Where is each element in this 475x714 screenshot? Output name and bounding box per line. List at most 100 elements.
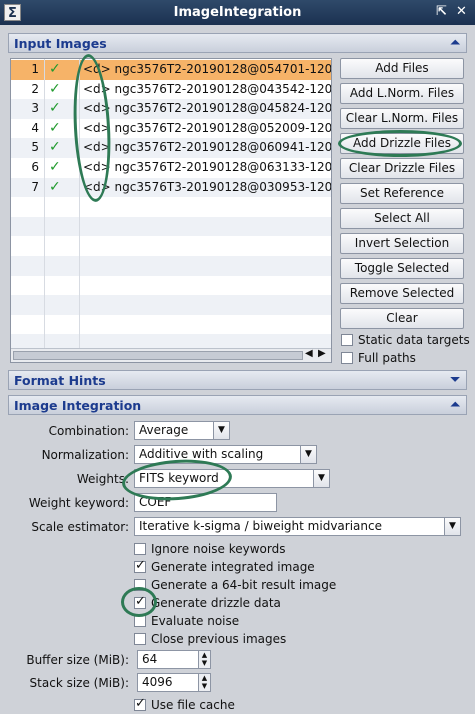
scale-estimator-select[interactable]: Iterative k-sigma / biweight midvariance… <box>134 517 461 536</box>
column-divider <box>44 59 45 348</box>
row-index: 4 <box>31 120 39 135</box>
generate-64bit-result-checkbox[interactable]: Generate a 64-bit result image <box>134 577 336 592</box>
list-item[interactable]: 4 ✓ <d> ngc3576T2-20190128@052009-120...… <box>11 119 331 139</box>
checkbox-label: Close previous images <box>151 631 287 646</box>
list-item[interactable]: 2 ✓ <d> ngc3576T2-20190128@043542-120...… <box>11 80 331 100</box>
row-index: 2 <box>31 81 39 96</box>
enabled-check-icon[interactable]: ✓ <box>49 139 61 155</box>
collapse-icon[interactable]: ⏶ <box>450 397 460 412</box>
scroll-left-icon[interactable]: ◀ <box>305 348 313 359</box>
enabled-check-icon[interactable]: ✓ <box>49 159 61 175</box>
use-file-cache-checkbox[interactable]: Use file cache <box>134 696 235 712</box>
remove-selected-button[interactable]: Remove Selected <box>340 283 464 304</box>
row-index: 7 <box>31 179 39 194</box>
weight-keyword-label: Weight keyword: <box>28 496 129 510</box>
ignore-noise-keywords-checkbox[interactable]: Ignore noise keywords <box>134 541 285 556</box>
checkbox-label: Static data targets <box>358 332 470 347</box>
spin-arrows-icon[interactable]: ▲ ▼ <box>198 651 210 668</box>
set-reference-button[interactable]: Set Reference <box>340 183 464 204</box>
toggle-selected-button[interactable]: Toggle Selected <box>340 258 464 279</box>
weight-keyword-input[interactable]: COEF <box>134 493 277 512</box>
file-name: <d> ngc3576T2-20190128@045824-120...H- <box>83 101 332 116</box>
checkbox-label: Ignore noise keywords <box>151 541 286 556</box>
format-hints-header[interactable]: Format Hints ⏷ <box>8 370 467 390</box>
buffer-size-spinbox[interactable]: 64 ▲ ▼ <box>137 650 211 669</box>
collapse-icon[interactable]: ⏶ <box>450 35 460 50</box>
input-images-list[interactable]: 1 ✓ <d> ngc3576T2-20190128@054701-120...… <box>10 58 332 363</box>
file-name: <d> ngc3576T2-20190128@060941-120...H- <box>83 140 332 155</box>
checkbox-box[interactable] <box>134 542 146 555</box>
file-name: <d> ngc3576T2-20190128@063133-120...H- <box>83 160 332 174</box>
generate-drizzle-data-checkbox[interactable]: Generate drizzle data <box>134 594 281 610</box>
weights-value: FITS keyword <box>139 471 219 485</box>
chevron-down-icon[interactable]: ▼ <box>300 446 316 463</box>
checkbox-box[interactable] <box>134 578 146 591</box>
checkbox-box[interactable] <box>341 333 353 346</box>
static-data-targets-checkbox[interactable]: Static data targets <box>341 332 470 347</box>
input-images-header[interactable]: Input Images ⏶ <box>8 33 467 53</box>
expand-icon[interactable]: ⏷ <box>450 372 460 387</box>
float-window-icon[interactable]: ⇱ <box>436 4 447 19</box>
weights-select[interactable]: FITS keyword ▼ <box>134 469 330 488</box>
list-item[interactable]: 1 ✓ <d> ngc3576T2-20190128@054701-120...… <box>11 60 331 80</box>
checkbox-box[interactable] <box>134 558 146 573</box>
checkbox-label: Generate drizzle data <box>151 595 281 610</box>
empty-row <box>11 216 331 237</box>
row-index: 6 <box>31 160 39 174</box>
column-divider <box>79 59 80 348</box>
list-item[interactable]: 5 ✓ <d> ngc3576T2-20190128@060941-120...… <box>11 138 331 158</box>
enabled-check-icon[interactable]: ✓ <box>49 100 61 116</box>
chevron-down-icon[interactable]: ▼ <box>444 518 460 535</box>
normalization-label: Normalization: <box>41 448 129 462</box>
list-item[interactable]: 3 ✓ <d> ngc3576T2-20190128@045824-120...… <box>11 99 331 119</box>
enabled-check-icon[interactable]: ✓ <box>49 81 61 97</box>
close-window-icon[interactable]: ✕ <box>456 4 467 19</box>
normalization-select[interactable]: Additive with scaling ▼ <box>134 445 317 464</box>
invert-selection-button[interactable]: Invert Selection <box>340 233 464 254</box>
add-files-button[interactable]: Add Files <box>340 58 464 79</box>
chevron-down-icon[interactable]: ▼ <box>313 470 329 487</box>
checkbox-box[interactable] <box>134 696 146 711</box>
spin-arrows-icon[interactable]: ▲ ▼ <box>198 674 210 691</box>
stack-size-spinbox[interactable]: 4096 ▲ ▼ <box>137 673 211 692</box>
combination-select[interactable]: Average ▼ <box>134 421 230 440</box>
add-lnorm-files-button[interactable]: Add L.Norm. Files <box>340 83 464 104</box>
window-title: ImageIntegration <box>173 5 302 20</box>
evaluate-noise-checkbox[interactable]: Evaluate noise <box>134 613 239 628</box>
file-name: <d> ngc3576T2-20190128@052009-120...H- <box>83 120 332 135</box>
enabled-check-icon[interactable]: ✓ <box>49 120 61 136</box>
checkbox-box[interactable] <box>341 351 353 364</box>
enabled-check-icon[interactable]: ✓ <box>49 179 61 195</box>
generate-integrated-image-checkbox[interactable]: Generate integrated image <box>134 558 315 574</box>
add-drizzle-files-button[interactable]: Add Drizzle Files <box>340 133 464 154</box>
chevron-down-icon[interactable]: ▼ <box>213 422 229 439</box>
checkbox-label: Generate a 64-bit result image <box>151 577 337 592</box>
input-images-title: Input Images <box>14 36 107 51</box>
empty-row <box>11 197 331 217</box>
clear-drizzle-files-button[interactable]: Clear Drizzle Files <box>340 158 464 179</box>
scrollbar-thumb[interactable] <box>13 351 303 360</box>
checkbox-box[interactable] <box>134 614 146 627</box>
full-paths-checkbox[interactable]: Full paths <box>341 350 416 365</box>
empty-row <box>11 256 331 276</box>
close-previous-images-checkbox[interactable]: Close previous images <box>134 631 286 646</box>
checkbox-box[interactable] <box>134 594 146 609</box>
enabled-check-icon[interactable]: ✓ <box>49 61 61 77</box>
row-index: 3 <box>31 101 39 116</box>
clear-button[interactable]: Clear <box>340 308 464 329</box>
buffer-size-label: Buffer size (MiB): <box>26 653 129 667</box>
image-integration-header[interactable]: Image Integration ⏶ <box>8 395 467 415</box>
checkbox-box[interactable] <box>134 632 146 645</box>
stack-size-value: 4096 <box>142 675 173 689</box>
select-all-button[interactable]: Select All <box>340 208 464 229</box>
scroll-right-icon[interactable]: ▶ <box>318 348 326 359</box>
clear-lnorm-files-button[interactable]: Clear L.Norm. Files <box>340 108 464 129</box>
list-item[interactable]: 7 ✓ <d> ngc3576T3-20190128@030953-120...… <box>11 177 331 198</box>
list-item[interactable]: 6 ✓ <d> ngc3576T2-20190128@063133-120...… <box>11 158 331 178</box>
empty-row <box>11 295 331 315</box>
horizontal-scrollbar[interactable]: ◀ ▶ <box>11 348 331 362</box>
checkbox-label: Use file cache <box>151 697 235 712</box>
stack-size-label: Stack size (MiB): <box>29 676 129 690</box>
format-hints-title: Format Hints <box>14 373 106 388</box>
checkbox-label: Full paths <box>358 350 416 365</box>
